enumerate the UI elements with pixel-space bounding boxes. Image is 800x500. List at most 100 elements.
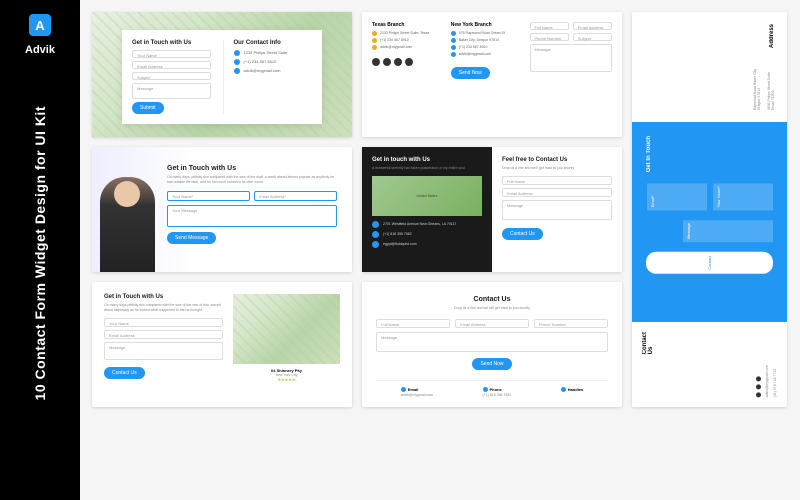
message-input[interactable]: Message (376, 332, 608, 352)
address-heading: Address (769, 24, 775, 48)
submit-button[interactable]: Submit (132, 102, 164, 114)
address-1: 4836 Philips Street Suite Texas 76903 (767, 63, 775, 110)
social-icon-1[interactable] (756, 392, 761, 397)
rating-stars: ★★★★★ (233, 377, 340, 382)
social-icons (372, 58, 441, 66)
form-title: Get in Touch with Us (167, 165, 337, 172)
foot-social-h: Handles (568, 387, 584, 392)
left-title: Get in touch with Us (372, 157, 482, 163)
right-title: Feel free to Contact Us (502, 157, 612, 163)
branch1-addr: 2133 Philips Street Suite, Texas (380, 31, 429, 36)
send-button[interactable]: Send Message (167, 232, 216, 244)
form-subtitle: On many days, pitifully thin compared wi… (167, 175, 337, 185)
person-image (100, 177, 155, 272)
location-icon (451, 31, 456, 36)
location-icon (372, 31, 377, 36)
name-input[interactable]: Your Name* (167, 191, 250, 201)
phone: (+1) 818 396 7682 (383, 232, 412, 236)
location-icon (372, 221, 379, 228)
foot-email-v: advik@mygmail.com (401, 393, 433, 397)
left-sub: A wonderful serenity has taken possessio… (372, 166, 482, 171)
email-icon (401, 387, 406, 392)
branch1-phone: (+1) 234 567 8910 (380, 38, 409, 43)
branch2-addr: 576 Raymond Road Green St (459, 31, 505, 36)
facebook-icon[interactable] (372, 58, 380, 66)
contact-button[interactable]: Contact Us (502, 228, 543, 240)
email-input[interactable]: Email Address (455, 319, 529, 328)
email-input[interactable]: Email Address (502, 188, 612, 197)
message-input[interactable]: Your Message (167, 205, 337, 227)
contact-button[interactable]: Contact (646, 252, 773, 274)
usa-map (372, 176, 482, 216)
message-input[interactable]: Message (132, 83, 211, 99)
contact-widget-1: Get in Touch with Us Your Name Email Add… (92, 12, 352, 137)
subject-input[interactable]: Subject (132, 72, 211, 80)
instagram-icon[interactable] (394, 58, 402, 66)
name-input[interactable]: Full Name (376, 319, 450, 328)
social-icons (756, 365, 761, 397)
foot-phone-v: (+1) 818 396 7682 (483, 393, 512, 397)
linkedin-icon[interactable] (405, 58, 413, 66)
name-input[interactable]: Your Name (132, 50, 211, 58)
form-title: Get in Touch with Us (104, 294, 223, 300)
email-input[interactable]: Email* (647, 183, 707, 210)
contact-widget-4: Get in touch with Us A wonderful serenit… (362, 147, 622, 272)
email-input[interactable]: Email Address (132, 61, 211, 69)
name-input[interactable]: Your Name* (713, 183, 773, 210)
social-icon-3[interactable] (756, 376, 761, 381)
foot-email-h: Email (408, 387, 419, 392)
phone-input[interactable]: Phone Number (530, 33, 569, 41)
location-icon (451, 38, 456, 43)
email-icon (372, 45, 377, 50)
message-input[interactable]: Message (104, 342, 223, 360)
contact-widget-2: Texas Branch 2133 Philips Street Suite, … (362, 12, 622, 137)
name-input[interactable]: Your Name (104, 318, 223, 327)
touch-heading: Get In Touch (646, 136, 773, 172)
contact-widget-5: Get in Touch with Us On many days pitifu… (92, 282, 352, 407)
form-title: Contact Us (376, 296, 608, 303)
branch1-email: advik@mygmail.com (380, 45, 412, 50)
location-map (233, 294, 340, 364)
phone-icon (372, 38, 377, 43)
info-phone: (+1) 234 567 8910 (244, 59, 277, 64)
brand-logo: A (29, 14, 51, 36)
email-icon (234, 68, 240, 74)
form-sub: On many days pitifully thin compared wit… (104, 303, 223, 313)
form-sub: Drop us a line and we will get back to y… (376, 306, 608, 311)
info-title: Our Contact Info (234, 40, 313, 46)
name-input[interactable]: Full Name (502, 176, 612, 185)
message-input[interactable]: Message (683, 220, 773, 242)
email-input[interactable]: Email Address* (254, 191, 337, 201)
phone-icon (451, 45, 456, 50)
branch2-title: New York Branch (451, 22, 520, 28)
email-input[interactable]: Email Address (104, 330, 223, 339)
subject-input[interactable]: Subject (573, 33, 612, 41)
contact-button[interactable]: Contact Us (104, 367, 145, 379)
info-address: 1234 Philips Street Suite (244, 50, 288, 55)
phone-icon (483, 387, 488, 392)
phone-input[interactable]: Phone Number (534, 319, 608, 328)
sidebar: A Advik 10 Contact Form Widget Design fo… (0, 0, 80, 500)
email-input[interactable]: Email Address (573, 22, 612, 30)
send-button[interactable]: Send Now (472, 358, 511, 370)
contact-heading: Contact Us (642, 332, 777, 354)
form-panel: Get in Touch with Us Your Name Email Add… (122, 30, 322, 124)
twitter-icon[interactable] (383, 58, 391, 66)
gallery: Get in Touch with Us Your Name Email Add… (80, 0, 800, 500)
branch2-email: advik@mygmail.com (459, 52, 491, 57)
social-icon-2[interactable] (756, 384, 761, 389)
name-input[interactable]: Full Name (530, 22, 569, 30)
phone-icon (234, 59, 240, 65)
right-sub: Drop us a line and we'll get back to you… (502, 166, 612, 171)
send-button[interactable]: Send Now (451, 67, 490, 79)
email: egypt@fluidquint.com (383, 242, 417, 246)
message-input[interactable]: Message (530, 44, 613, 72)
contact-widget-3: Get in Touch with Us On many days, pitif… (92, 147, 352, 272)
brand-name: Advik (25, 44, 55, 56)
email-icon (451, 52, 456, 57)
message-input[interactable]: Message (502, 200, 612, 220)
info-email: advik@mygmail.com (244, 68, 281, 73)
branch1-title: Texas Branch (372, 22, 441, 28)
location-icon (234, 50, 240, 56)
phone-icon (372, 231, 379, 238)
